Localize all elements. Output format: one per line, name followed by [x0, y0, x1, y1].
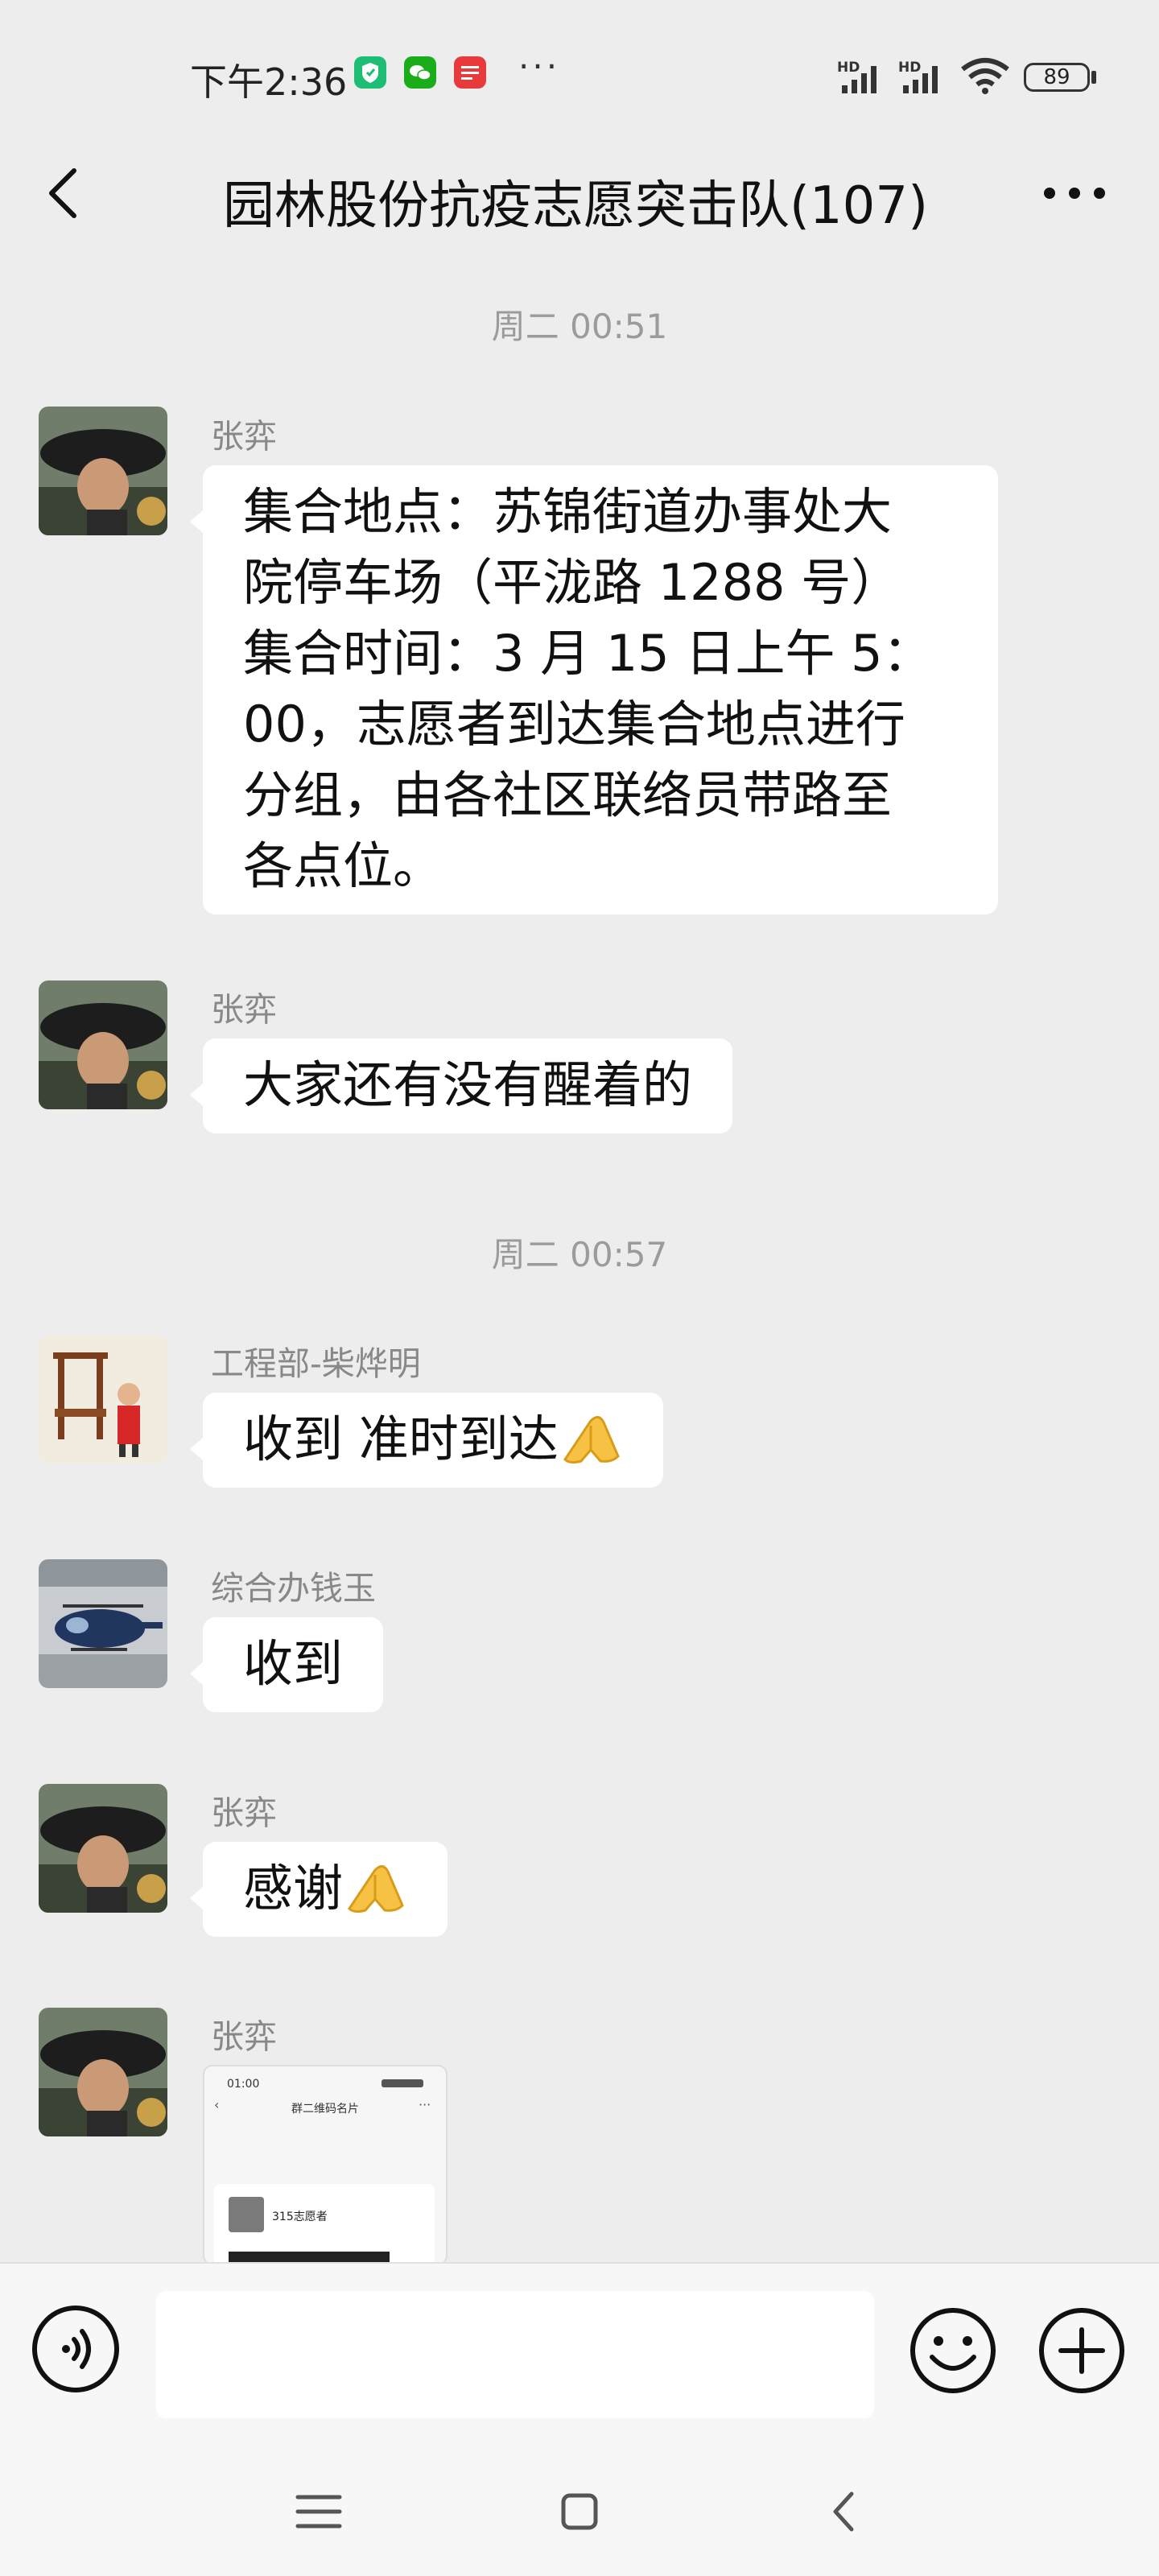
avatar[interactable]: [39, 407, 167, 535]
sender-name: 综合办钱玉: [211, 1569, 376, 1608]
battery-tip: [1091, 71, 1096, 84]
thumbnail-status-icons: [382, 2079, 423, 2087]
message-bubble[interactable]: 大家还有没有醒着的: [189, 1038, 733, 1133]
message-line: 院停车场（平泷路 1288 号）: [243, 553, 901, 612]
square-home-icon: [561, 2493, 598, 2530]
thumbnail-title: 群二维码名片: [291, 2103, 359, 2116]
thumbnail-more-icon: ···: [419, 2097, 431, 2112]
status-bar: 下午2:36 ··· HD HD 89: [0, 0, 1159, 153]
avatar-image-hat-man: [39, 980, 167, 1109]
sender-name: 张弈: [211, 2017, 277, 2056]
message-text: 收到: [243, 1634, 344, 1693]
avatar-image-hat-man: [39, 1784, 167, 1913]
message-input[interactable]: [156, 2291, 874, 2418]
folded-hands-emoji-icon: [563, 1416, 620, 1464]
chevron-left-icon: [49, 168, 76, 218]
cell-signal-icon: [842, 66, 876, 93]
chat-title: 园林股份抗疫志愿突击队(107): [222, 176, 929, 236]
chevron-left-icon: [833, 2491, 854, 2532]
wifi-icon: [961, 58, 1009, 94]
shield-icon: [354, 56, 386, 89]
sender-name: 张弈: [211, 417, 277, 456]
status-time: 下午2:36: [190, 60, 348, 104]
message-bubble[interactable]: 集合地点：苏锦街道办事处大 院停车场（平泷路 1288 号） 集合时间：3 月 …: [190, 465, 998, 914]
recent-apps-button[interactable]: [278, 2471, 359, 2552]
smiley-icon: [910, 2308, 996, 2393]
message-timestamp: 周二 00:57: [491, 1235, 668, 1274]
sender-name: 张弈: [211, 1794, 277, 1832]
more-options-button[interactable]: [1030, 161, 1119, 225]
system-navigation-bar: [0, 2423, 1159, 2576]
sohu-news-icon: [454, 56, 486, 89]
sender-name: 张弈: [211, 990, 277, 1029]
avatar[interactable]: [39, 1335, 167, 1463]
avatar-image-hat-man: [39, 2008, 167, 2136]
home-button[interactable]: [539, 2471, 620, 2552]
system-back-button[interactable]: [803, 2471, 884, 2552]
thumbnail-status-time: 01:00: [227, 2078, 260, 2091]
message-line: 00，志愿者到达集合地点进行: [243, 695, 905, 753]
folded-hands-emoji-icon: [348, 1865, 404, 1913]
avatar-image-hat-man: [39, 407, 167, 535]
message-bubble[interactable]: 收到: [189, 1617, 384, 1712]
avatar-image-helicopter: [39, 1559, 167, 1688]
message-line: 各点位。: [243, 836, 443, 895]
message-text: 大家还有没有醒着的: [243, 1055, 693, 1114]
emoji-button[interactable]: [908, 2306, 998, 2396]
avatar[interactable]: [39, 2008, 167, 2136]
more-notifications-icon: ···: [518, 47, 561, 86]
thumbnail-card: 315志愿者: [214, 2184, 435, 2264]
chat-header: 园林股份抗疫志愿突击队(107): [0, 145, 1159, 242]
back-button[interactable]: [32, 161, 97, 225]
message-text: 感谢: [243, 1859, 344, 1918]
message-line: 集合时间：3 月 15 日上午 5：: [243, 624, 933, 683]
sender-name: 工程部-柴烨明: [211, 1344, 421, 1383]
avatar[interactable]: [39, 1559, 167, 1688]
image-message-thumbnail[interactable]: 01:00 ‹ 群二维码名片 ··· 315志愿者: [203, 2065, 448, 2265]
wechat-icon: [404, 56, 436, 89]
message-timestamp: 周二 00:51: [491, 307, 668, 346]
plus-icon: [1039, 2308, 1124, 2393]
message-bubble[interactable]: 收到 准时到达: [190, 1393, 663, 1488]
voice-input-button[interactable]: [32, 2306, 119, 2392]
message-bubble[interactable]: 感谢: [189, 1842, 448, 1937]
cell-signal-icon: [903, 66, 938, 93]
thumbnail-card-name: 315志愿者: [272, 2211, 328, 2223]
avatar-image-chair-child: [39, 1335, 167, 1463]
thumbnail-card-avatar: [229, 2197, 264, 2232]
battery-indicator: 89: [1024, 63, 1090, 92]
message-line: 集合地点：苏锦街道办事处大: [243, 482, 893, 541]
more-horizontal-icon: [1044, 188, 1105, 199]
avatar[interactable]: [39, 980, 167, 1109]
menu-lines-icon: [295, 2495, 342, 2529]
more-functions-button[interactable]: [1037, 2306, 1127, 2396]
input-bar: [0, 2262, 1159, 2425]
message-text: 收到 准时到达: [243, 1410, 559, 1468]
message-line: 分组，由各社区联络员带路至: [243, 766, 893, 824]
voice-icon: [62, 2329, 91, 2369]
avatar[interactable]: [39, 1784, 167, 1913]
